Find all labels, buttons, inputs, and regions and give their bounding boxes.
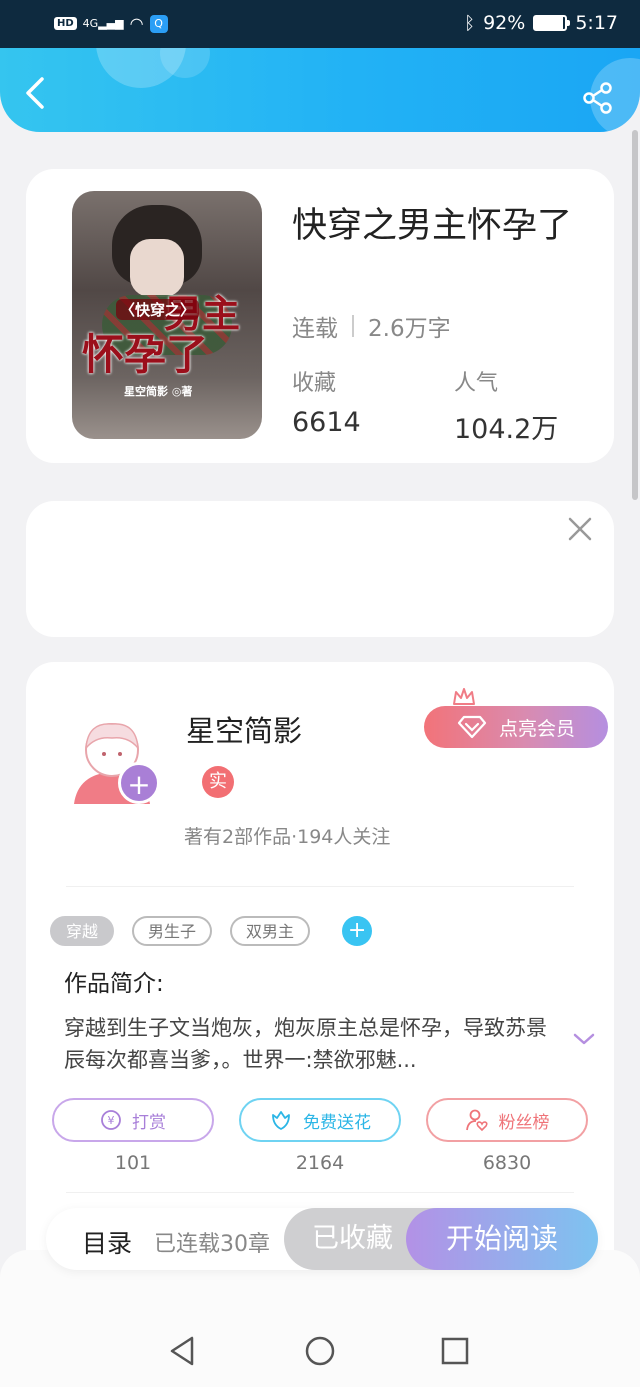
clock: 5:17 bbox=[575, 12, 618, 34]
scrollbar[interactable] bbox=[632, 130, 638, 500]
flower-count: 2164 bbox=[295, 1152, 345, 1174]
search-app-icon: Q bbox=[149, 14, 168, 33]
book-cover[interactable]: 男主 〈快穿之〉 怀孕了 星空简影 ◎著 bbox=[72, 191, 262, 439]
signal-icon: 4G▂▄▆ bbox=[82, 17, 124, 30]
nav-back-icon[interactable] bbox=[166, 1334, 200, 1368]
fans-ranking-button[interactable]: 粉丝榜 bbox=[426, 1098, 588, 1142]
svg-text:¥: ¥ bbox=[108, 1114, 115, 1127]
ad-card bbox=[26, 501, 614, 637]
free-flower-label: 免费送花 bbox=[303, 1112, 371, 1133]
crown-icon bbox=[453, 688, 475, 705]
flower-icon bbox=[272, 1111, 290, 1130]
cover-author-text: 星空简影 ◎著 bbox=[124, 385, 193, 398]
fans-ranking-label: 粉丝榜 bbox=[498, 1112, 550, 1133]
favorites-value: 6614 bbox=[292, 407, 361, 438]
hd-indicator: HD bbox=[54, 17, 77, 30]
start-reading-button[interactable]: 开始阅读 bbox=[406, 1208, 598, 1270]
chapter-count: 已连载30章 bbox=[154, 1232, 270, 1257]
yen-coin-icon: ¥ bbox=[101, 1110, 121, 1130]
verified-badge: 实 bbox=[202, 766, 234, 798]
vip-button-label: 点亮会员 bbox=[498, 717, 575, 740]
close-icon[interactable] bbox=[566, 515, 594, 543]
vip-button[interactable]: 点亮会员 bbox=[424, 706, 608, 748]
author-meta: 著有2部作品·194人关注 bbox=[184, 826, 391, 848]
book-title: 快穿之男主怀孕了 bbox=[292, 206, 573, 246]
tag-chip[interactable]: 穿越 bbox=[50, 916, 115, 946]
popularity-label: 人气 bbox=[454, 371, 499, 396]
follow-author-button[interactable]: + bbox=[118, 762, 160, 804]
favorites-label: 收藏 bbox=[292, 371, 337, 396]
table-of-contents-button[interactable]: 目录 bbox=[82, 1224, 132, 1260]
bluetooth-icon: ᛒ bbox=[464, 12, 476, 34]
cover-title-text: 〈快穿之〉 bbox=[116, 299, 200, 320]
app-header bbox=[0, 48, 640, 132]
status-bar: HD 4G▂▄▆ ◠ Q ᛒ 92% 5:17 bbox=[0, 0, 640, 48]
author-name[interactable]: 星空简影 bbox=[186, 708, 302, 750]
battery-icon bbox=[533, 15, 571, 31]
tag-list: 穿越 男生子 双男主 + bbox=[50, 916, 373, 946]
popularity-value: 104.2万 bbox=[454, 414, 559, 445]
nav-recents-icon[interactable] bbox=[438, 1334, 472, 1368]
add-tag-button[interactable]: + bbox=[342, 916, 373, 946]
share-icon[interactable] bbox=[582, 82, 614, 114]
wifi-icon: ◠ bbox=[129, 14, 144, 33]
status-left: HD 4G▂▄▆ ◠ Q bbox=[54, 14, 168, 33]
chevron-down-icon[interactable] bbox=[572, 1030, 596, 1048]
nav-home-icon[interactable] bbox=[303, 1334, 337, 1368]
user-heart-icon bbox=[465, 1109, 488, 1132]
bottom-action-bar: 目录 已连载30章 已收藏 开始阅读 bbox=[46, 1208, 598, 1270]
back-icon[interactable] bbox=[20, 76, 50, 110]
reward-label: 打赏 bbox=[132, 1112, 166, 1133]
reward-button[interactable]: ¥ 打赏 bbox=[52, 1098, 214, 1142]
book-status-row: 连载 2.6万字 bbox=[292, 309, 451, 343]
divider bbox=[352, 315, 354, 337]
reward-count: 101 bbox=[114, 1152, 152, 1174]
battery-percent: 92% bbox=[483, 12, 526, 34]
serial-status: 连载 bbox=[292, 316, 338, 342]
author-card: + 星空简影 实 著有2部作品·194人关注 点亮会员 穿越 男生子 双男主 +… bbox=[26, 662, 614, 1282]
divider bbox=[66, 1192, 574, 1193]
free-flower-button[interactable]: 免费送花 bbox=[239, 1098, 401, 1142]
divider bbox=[66, 886, 574, 887]
intro-text[interactable]: 穿越到生子文当炮灰，炮灰原主总是怀孕，导致苏景辰每次都喜当爹，。世界一:禁欲邪魅… bbox=[64, 1012, 564, 1076]
intro-title: 作品简介: bbox=[64, 971, 164, 997]
book-info-card: 男主 〈快穿之〉 怀孕了 星空简影 ◎著 快穿之男主怀孕了 连载 2.6万字 收… bbox=[26, 169, 614, 463]
fans-count: 6830 bbox=[482, 1152, 532, 1174]
diamond-icon bbox=[457, 715, 487, 739]
tag-chip[interactable]: 双男主 bbox=[230, 916, 311, 946]
word-count: 2.6万字 bbox=[368, 316, 451, 342]
cover-title-text: 怀孕了 bbox=[82, 330, 209, 379]
status-right: ᛒ 92% 5:17 bbox=[464, 12, 618, 34]
tag-chip[interactable]: 男生子 bbox=[132, 916, 213, 946]
